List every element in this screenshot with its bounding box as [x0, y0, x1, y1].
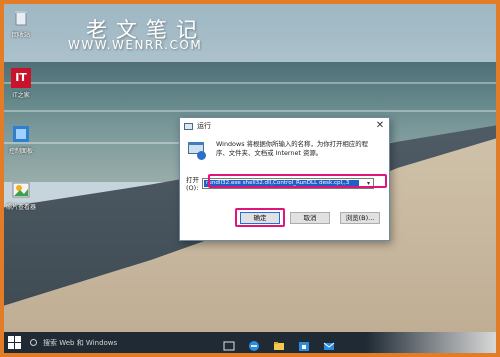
store-icon[interactable]	[298, 337, 310, 351]
system-tray	[366, 332, 496, 353]
mail-icon[interactable]	[323, 337, 335, 350]
desktop-icon-control-panel[interactable]: 控制面板	[4, 124, 38, 155]
task-view-icon[interactable]	[223, 337, 235, 350]
dialog-description-row: Windows 将根据你所输入的名称，为你打开相应的程序、文件夹、文档或 Int…	[180, 134, 389, 160]
it-home-icon: IT	[11, 68, 31, 88]
highlight-ok-button	[235, 208, 285, 227]
run-arrow-shape	[197, 151, 206, 160]
dialog-description: Windows 将根据你所输入的名称，为你打开相应的程序、文件夹、文档或 Int…	[216, 140, 368, 157]
photo-viewer-icon	[11, 180, 31, 200]
screenshot-frame: 老文笔记 WWW.WENRR.COM 回收站 IT IT之家 控制面板 照片查看…	[4, 4, 496, 353]
dialog-titlebar[interactable]: 运行	[180, 118, 389, 134]
close-icon[interactable]: ✕	[374, 120, 386, 132]
desktop-icon-label: 照片查看器	[5, 204, 36, 211]
desktop-icon-recycle-bin[interactable]: 回收站	[4, 8, 38, 39]
browse-button[interactable]: 浏览(B)...	[340, 212, 380, 224]
windows-start-icon[interactable]	[8, 335, 22, 350]
taskbar-search-box[interactable]: 搜索 Web 和 Windows	[30, 335, 210, 351]
ie-icon[interactable]	[248, 337, 260, 351]
desktop-icon-it[interactable]: IT IT之家	[4, 68, 38, 99]
recycle-bin-icon	[11, 8, 31, 28]
watermark-url: WWW.WENRR.COM	[68, 38, 203, 52]
cancel-button[interactable]: 取消	[290, 212, 330, 224]
control-panel-icon	[11, 124, 31, 144]
search-icon	[30, 339, 37, 346]
file-explorer-icon[interactable]	[273, 337, 285, 350]
wallpaper-wave	[4, 110, 496, 112]
dialog-title: 运行	[197, 122, 211, 130]
open-label: 打开(O):	[186, 176, 199, 192]
desktop-icon-label: 控制面板	[8, 148, 33, 155]
run-program-icon	[188, 142, 208, 160]
taskbar: 搜索 Web 和 Windows	[4, 332, 496, 353]
window-titlebar-shape	[188, 142, 204, 145]
search-placeholder: 搜索 Web 和 Windows	[43, 338, 118, 347]
desktop-icon-label: 回收站	[11, 32, 30, 39]
desktop-icon-label: IT之家	[12, 92, 30, 99]
run-app-icon	[184, 122, 193, 130]
highlight-command-input	[208, 174, 387, 188]
desktop-icon-photo-viewer[interactable]: 照片查看器	[4, 180, 38, 211]
wallpaper-wave	[4, 82, 496, 84]
